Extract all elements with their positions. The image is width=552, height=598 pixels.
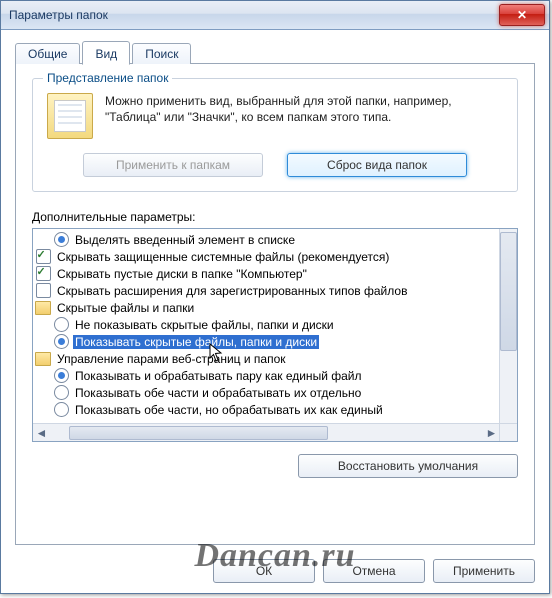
ok-button[interactable]: ОК — [213, 559, 315, 583]
tree-item[interactable]: Скрывать расширения для зарегистрированн… — [35, 282, 517, 299]
tree-item-glyph — [35, 351, 51, 367]
tree-item-label: Показывать скрытые файлы, папки и диски — [73, 335, 319, 349]
tree-item-glyph — [35, 283, 51, 299]
tab-panel-view: Представление папок Можно применить вид,… — [15, 63, 535, 545]
group-folder-views: Представление папок Можно применить вид,… — [32, 78, 518, 192]
checkbox-icon[interactable] — [36, 283, 51, 298]
tree-item-glyph — [53, 368, 69, 384]
vertical-scrollbar[interactable] — [499, 229, 517, 424]
tree-item[interactable]: Скрывать защищенные системные файлы (рек… — [35, 248, 517, 265]
tab-strip: Общие Вид Поиск — [15, 42, 535, 64]
radio-icon[interactable] — [54, 317, 69, 332]
close-icon: ✕ — [517, 8, 527, 22]
checkbox-icon[interactable] — [36, 249, 51, 264]
advanced-settings-tree[interactable]: Выделять введенный элемент в списке Скрыв… — [32, 228, 518, 442]
tree-item[interactable]: Показывать и обрабатывать пару как едины… — [35, 367, 517, 384]
tree-item-label: Показывать и обрабатывать пару как едины… — [73, 369, 363, 383]
folder-icon — [35, 301, 51, 315]
restore-defaults-button[interactable]: Восстановить умолчания — [298, 454, 518, 478]
v-scroll-thumb[interactable] — [500, 232, 517, 351]
tree-item-glyph — [53, 402, 69, 418]
h-scroll-thumb[interactable] — [69, 426, 328, 440]
tree-item-glyph — [53, 232, 69, 248]
tree-item-glyph — [53, 317, 69, 333]
cancel-button[interactable]: Отмена — [323, 559, 425, 583]
tree-item-glyph — [53, 334, 69, 350]
apply-to-folders-button: Применить к папкам — [83, 153, 263, 177]
horizontal-scrollbar[interactable]: ◄ ► — [33, 423, 500, 441]
tree-item-label: Скрытые файлы и папки — [55, 301, 196, 315]
tree-item[interactable]: Скрытые файлы и папки — [35, 299, 517, 316]
tree-item-label: Выделять введенный элемент в списке — [73, 233, 297, 247]
tree-item-label: Скрывать расширения для зарегистрированн… — [55, 284, 409, 298]
tree-item[interactable]: Показывать обе части и обрабатывать их о… — [35, 384, 517, 401]
reset-folders-button[interactable]: Сброс вида папок — [287, 153, 467, 177]
tree-item-glyph — [35, 300, 51, 316]
h-scroll-left-icon[interactable]: ◄ — [33, 424, 50, 441]
window-title: Параметры папок — [9, 8, 499, 22]
folder-views-icon — [47, 93, 93, 139]
titlebar[interactable]: Параметры папок ✕ — [1, 1, 549, 30]
scroll-corner — [499, 423, 517, 441]
dialog-buttons: ОК Отмена Применить — [15, 559, 535, 583]
radio-icon[interactable] — [54, 368, 69, 383]
tree-item[interactable]: Не показывать скрытые файлы, папки и дис… — [35, 316, 517, 333]
tab-view[interactable]: Вид — [82, 41, 130, 65]
tree-item-label: Скрывать защищенные системные файлы (рек… — [55, 250, 391, 264]
radio-icon[interactable] — [54, 402, 69, 417]
close-button[interactable]: ✕ — [499, 4, 545, 26]
folder-icon — [35, 352, 51, 366]
tree-item[interactable]: Скрывать пустые диски в папке "Компьютер… — [35, 265, 517, 282]
tree-item[interactable]: Показывать обе части, но обрабатывать их… — [35, 401, 517, 418]
tree-item-label: Не показывать скрытые файлы, папки и дис… — [73, 318, 336, 332]
tree-item-glyph — [35, 266, 51, 282]
advanced-label: Дополнительные параметры: — [32, 210, 518, 224]
apply-button[interactable]: Применить — [433, 559, 535, 583]
tree-item[interactable]: Управление парами веб-страниц и папок — [35, 350, 517, 367]
tree-item-glyph — [53, 385, 69, 401]
tree-item[interactable]: Показывать скрытые файлы, папки и диски — [35, 333, 517, 350]
client-area: Общие Вид Поиск Представление папок Можн… — [1, 30, 549, 593]
folder-options-dialog: Параметры папок ✕ Общие Вид Поиск Предст… — [0, 0, 550, 594]
tree-item-glyph — [35, 249, 51, 265]
radio-icon[interactable] — [54, 232, 69, 247]
h-scroll-right-icon[interactable]: ► — [483, 424, 500, 441]
tab-search[interactable]: Поиск — [132, 43, 191, 64]
radio-icon[interactable] — [54, 385, 69, 400]
tree-item[interactable]: Выделять введенный элемент в списке — [35, 231, 517, 248]
checkbox-icon[interactable] — [36, 266, 51, 281]
tree-item-label: Показывать обе части и обрабатывать их о… — [73, 386, 363, 400]
tree-item-label: Управление парами веб-страниц и папок — [55, 352, 288, 366]
tab-general[interactable]: Общие — [15, 43, 80, 64]
tree-item-label: Показывать обе части, но обрабатывать их… — [73, 403, 385, 417]
tree-item-label: Скрывать пустые диски в папке "Компьютер… — [55, 267, 309, 281]
group-title: Представление папок — [43, 71, 172, 85]
group-description: Можно применить вид, выбранный для этой … — [105, 93, 503, 139]
radio-icon[interactable] — [54, 334, 69, 349]
